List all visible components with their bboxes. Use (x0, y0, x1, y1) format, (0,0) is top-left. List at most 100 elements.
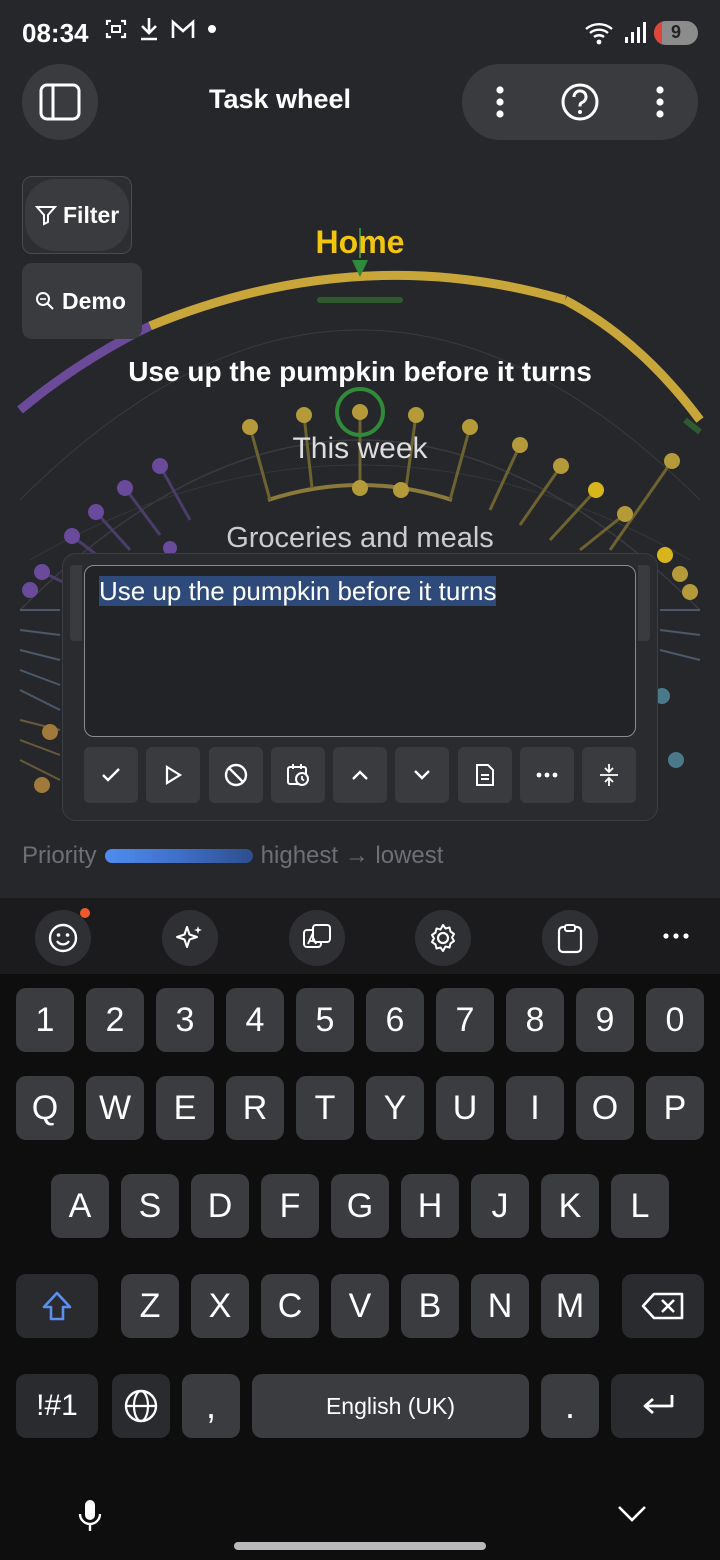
key[interactable]: J (471, 1174, 529, 1238)
ai-tools-button[interactable] (162, 910, 218, 966)
schedule-icon (286, 764, 309, 786)
key[interactable]: S (121, 1174, 179, 1238)
key[interactable]: 6 (366, 988, 424, 1052)
priority-gradient-bar (104, 849, 253, 863)
backspace-key[interactable] (622, 1274, 704, 1338)
key[interactable]: P (646, 1076, 704, 1140)
more-vert-icon (496, 86, 504, 118)
emoji-button[interactable] (35, 910, 91, 966)
key[interactable]: B (401, 1274, 459, 1338)
key[interactable]: R (226, 1076, 284, 1140)
language-key[interactable] (112, 1374, 170, 1438)
search-icon (36, 292, 54, 310)
key[interactable]: 7 (436, 988, 494, 1052)
space-key[interactable]: English (UK) (252, 1374, 529, 1438)
voice-input-button[interactable] (72, 1498, 108, 1538)
notes-button[interactable] (457, 747, 512, 803)
start-button[interactable] (146, 747, 201, 803)
status-time: 08:34 (22, 18, 89, 48)
demo-label: Demo (62, 287, 126, 314)
demo-button[interactable]: Demo (22, 263, 142, 339)
comma-key[interactable]: , (182, 1374, 240, 1438)
key[interactable]: A (51, 1174, 109, 1238)
key[interactable]: N (471, 1274, 529, 1338)
download-icon (141, 18, 157, 41)
key[interactable]: I (506, 1076, 564, 1140)
shift-key[interactable] (16, 1274, 98, 1338)
subgroup-label[interactable]: Groceries and meals (190, 522, 530, 555)
globe-icon (124, 1389, 158, 1423)
task-text-value: Use up the pumpkin before it turns (99, 576, 497, 606)
key[interactable]: W (86, 1076, 144, 1140)
key[interactable]: F (261, 1174, 319, 1238)
key[interactable]: O (576, 1076, 634, 1140)
translate-icon (303, 924, 331, 948)
chevron-down-icon (414, 770, 431, 780)
battery-level: 9 (670, 22, 681, 42)
microphone-icon (78, 1500, 102, 1531)
task-text-input[interactable]: Use up the pumpkin before it turns (84, 565, 636, 737)
notification-dot (80, 908, 90, 918)
emoji-icon (48, 923, 78, 953)
key[interactable]: E (156, 1076, 214, 1140)
translate-button[interactable] (289, 910, 345, 966)
key[interactable]: 8 (506, 988, 564, 1052)
clipboard-button[interactable] (542, 910, 598, 966)
key[interactable]: M (541, 1274, 599, 1338)
key[interactable]: Q (16, 1076, 74, 1140)
gmail-icon (171, 19, 195, 38)
filter-button[interactable]: Filter (22, 176, 132, 254)
key[interactable]: 0 (646, 988, 704, 1052)
collapse-button[interactable] (582, 747, 636, 803)
cancel-task-button[interactable] (208, 747, 263, 803)
chevron-down-icon (618, 1506, 646, 1522)
week-group-label[interactable]: This week (260, 432, 460, 466)
more-options-button[interactable] (519, 747, 574, 803)
key[interactable]: T (296, 1076, 354, 1140)
key[interactable]: H (401, 1174, 459, 1238)
hide-keyboard-button[interactable] (612, 1504, 652, 1534)
key[interactable]: U (436, 1076, 494, 1140)
key[interactable]: 1 (16, 988, 74, 1052)
key[interactable]: Y (366, 1076, 424, 1140)
priority-legend: Priority highest → lowest (22, 842, 443, 870)
keyboard-settings-button[interactable] (415, 910, 471, 966)
key[interactable]: D (191, 1174, 249, 1238)
keyboard-more-button[interactable] (650, 916, 702, 956)
move-up-button[interactable] (333, 747, 387, 803)
signal-icon (625, 22, 646, 43)
keyboard-toolbar (0, 898, 720, 974)
key[interactable]: V (331, 1274, 389, 1338)
schedule-button[interactable] (270, 747, 325, 803)
done-button[interactable] (84, 747, 138, 803)
overflow-menu-button[interactable] (630, 64, 690, 140)
key[interactable]: L (611, 1174, 669, 1238)
move-down-button[interactable] (395, 747, 450, 803)
help-icon (561, 83, 599, 121)
key[interactable]: 9 (576, 988, 634, 1052)
note-icon (475, 764, 494, 786)
key[interactable]: 4 (226, 988, 284, 1052)
home-indicator[interactable] (234, 1542, 486, 1550)
header-actions (462, 64, 698, 140)
key[interactable]: 5 (296, 988, 354, 1052)
key[interactable]: G (331, 1174, 389, 1238)
enter-icon (643, 1395, 673, 1415)
home-category-label[interactable]: Home (280, 224, 440, 261)
key[interactable]: X (191, 1274, 249, 1338)
key[interactable]: 3 (156, 988, 214, 1052)
menu-button[interactable] (470, 64, 530, 140)
period-key[interactable]: . (541, 1374, 599, 1438)
key[interactable]: 2 (86, 988, 144, 1052)
key[interactable]: K (541, 1174, 599, 1238)
sidebar-toggle-button[interactable] (22, 64, 98, 140)
clipboard-icon (557, 924, 583, 954)
help-button[interactable] (550, 64, 610, 140)
sparkle-icon (176, 926, 202, 948)
play-icon (166, 765, 183, 785)
symbols-key[interactable]: !#1 (16, 1374, 98, 1438)
key[interactable]: C (261, 1274, 319, 1338)
key[interactable]: Z (121, 1274, 179, 1338)
backspace-icon (641, 1292, 684, 1320)
enter-key[interactable] (611, 1374, 704, 1438)
